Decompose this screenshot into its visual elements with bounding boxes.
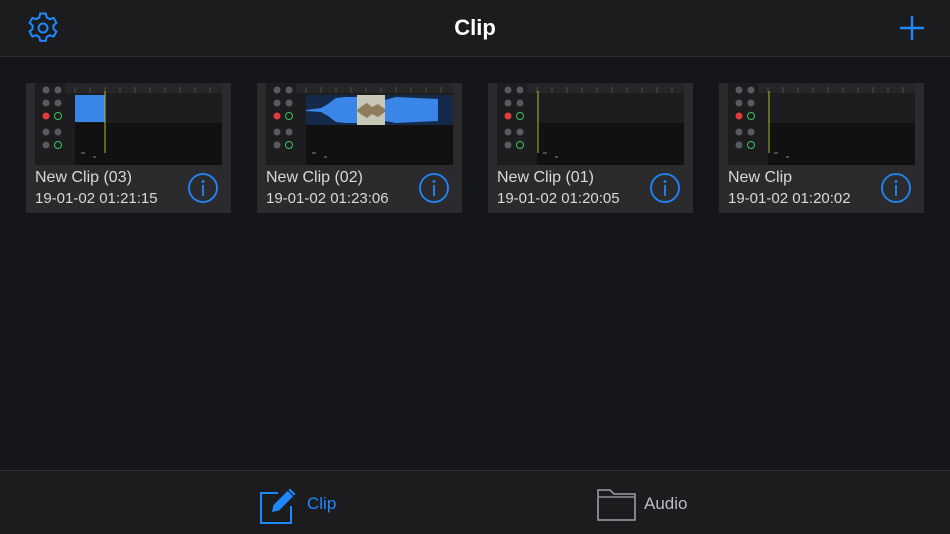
clip-info-button[interactable] <box>880 172 912 204</box>
add-clip-button[interactable] <box>894 10 930 46</box>
clip-date: 19-01-02 01:21:15 <box>35 190 158 207</box>
clip-card[interactable]: New Clip (02) 19-01-02 01:23:06 <box>257 83 462 213</box>
info-icon <box>419 173 449 203</box>
clip-info-button[interactable] <box>418 172 450 204</box>
page-title: Clip <box>454 15 496 40</box>
clip-name: New Clip (03) <box>35 169 132 186</box>
clip-card[interactable]: New Clip (03) 19-01-02 01:21:15 <box>26 83 231 213</box>
tab-clip-label: Clip <box>307 494 337 513</box>
clip-card[interactable]: New Clip 19-01-02 01:20:02 <box>719 83 924 213</box>
clip-date: 19-01-02 01:20:02 <box>728 190 851 207</box>
folder-icon <box>597 489 636 521</box>
tab-audio[interactable]: Audio <box>596 471 716 534</box>
clip-thumbnail <box>35 83 222 165</box>
clip-name: New Clip (02) <box>266 169 363 186</box>
clip-card[interactable]: New Clip (01) 19-01-02 01:20:05 <box>488 83 693 213</box>
edit-icon <box>260 488 296 524</box>
clip-info-button[interactable] <box>187 172 219 204</box>
clip-date: 19-01-02 01:20:05 <box>497 190 620 207</box>
tab-bar: Clip Audio <box>0 470 950 534</box>
clip-date: 19-01-02 01:23:06 <box>266 190 389 207</box>
tab-clip[interactable]: Clip <box>258 471 378 534</box>
tab-audio-label: Audio <box>644 494 688 513</box>
clip-thumbnail <box>266 83 453 165</box>
clip-info-button[interactable] <box>649 172 681 204</box>
clip-name: New Clip <box>728 169 793 186</box>
info-icon <box>188 173 218 203</box>
info-icon <box>881 173 911 203</box>
plus-icon <box>899 15 925 41</box>
clip-thumbnail <box>728 83 915 165</box>
clip-grid: New Clip (03) 19-01-02 01:21:15 New Clip… <box>0 58 950 470</box>
navigation-bar: Clip <box>0 0 950 57</box>
info-icon <box>650 173 680 203</box>
clip-thumbnail <box>497 83 684 165</box>
clip-name: New Clip (01) <box>497 169 594 186</box>
